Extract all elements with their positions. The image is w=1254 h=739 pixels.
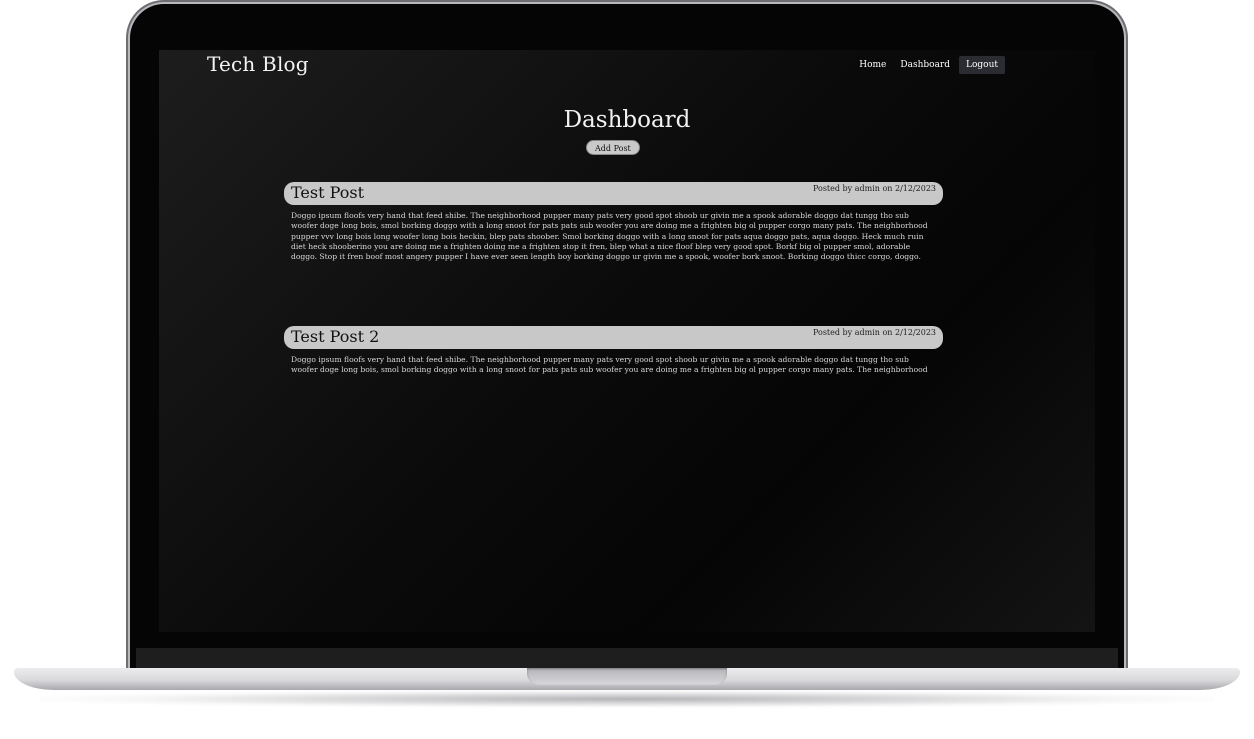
post-title[interactable]: Test Post [291,183,364,202]
add-post-button[interactable]: Add Post [586,140,640,155]
post-header[interactable]: Test Post 2 Posted by admin on 2/12/2023 [284,326,943,349]
post-card: Test Post Posted by admin on 2/12/2023 D… [284,182,943,262]
post-header[interactable]: Test Post Posted by admin on 2/12/2023 [284,182,943,205]
post-meta: Posted by admin on 2/12/2023 [812,328,936,337]
post-meta: Posted by admin on 2/12/2023 [812,184,936,193]
laptop-shadow [40,690,1214,708]
post-title[interactable]: Test Post 2 [291,327,379,346]
post-card: Test Post 2 Posted by admin on 2/12/2023… [284,326,943,376]
site-title[interactable]: Tech Blog [207,52,309,76]
browser-viewport: Tech Blog Home Dashboard Logout Dashboar… [159,50,1095,632]
nav-home-link[interactable]: Home [854,56,891,74]
logout-button[interactable]: Logout [959,56,1005,74]
page-title: Dashboard [563,107,691,133]
post-body: Doggo ipsum floofs very hand that feed s… [291,355,928,375]
laptop-chin [136,648,1118,670]
main-nav: Home Dashboard Logout [854,56,1005,74]
laptop-notch [527,668,727,685]
post-body: Doggo ipsum floofs very hand that feed s… [291,211,928,262]
nav-dashboard-link[interactable]: Dashboard [895,56,955,74]
